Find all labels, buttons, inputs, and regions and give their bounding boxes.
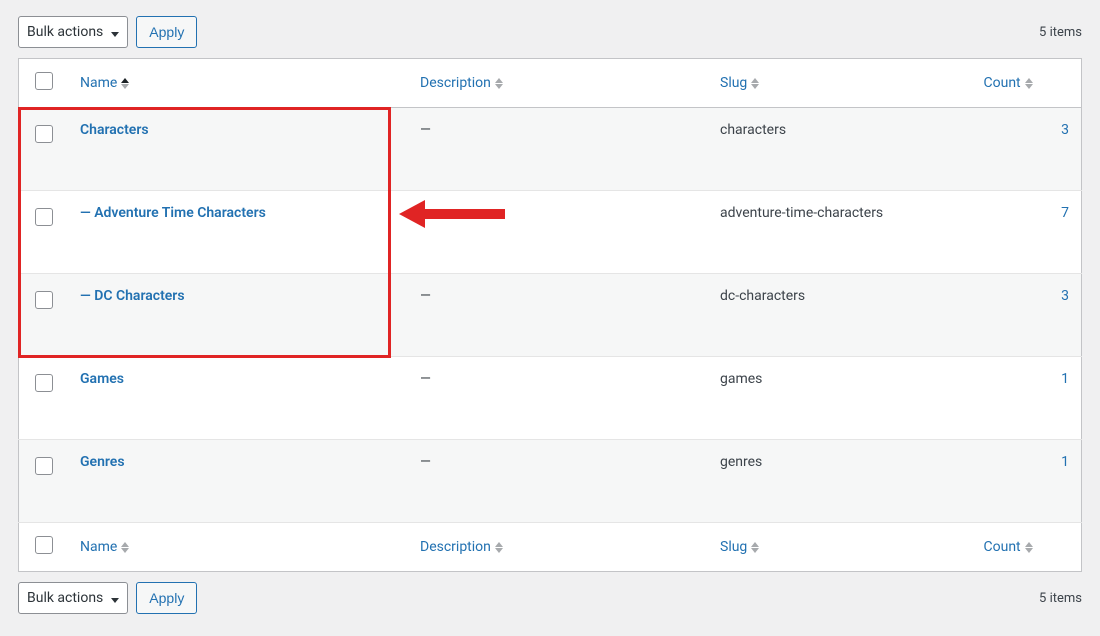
column-slug-header[interactable]: Slug [720, 75, 759, 91]
tablenav-top: Bulk actions Apply 5 items [18, 16, 1082, 48]
column-description-label: Description [420, 75, 491, 91]
tablenav-bottom: Bulk actions Apply 5 items [18, 582, 1082, 614]
row-checkbox[interactable] [35, 291, 53, 309]
table-row: Genres — genres 1 [19, 440, 1082, 523]
column-name-footer[interactable]: Name [80, 539, 129, 555]
bulk-actions-select-bottom[interactable]: Bulk actions [18, 582, 128, 614]
table-row: Games — games 1 [19, 357, 1082, 440]
row-checkbox[interactable] [35, 374, 53, 392]
row-checkbox[interactable] [35, 208, 53, 226]
column-count-header[interactable]: Count [984, 75, 1033, 91]
column-slug-label: Slug [720, 539, 747, 555]
row-description: — [420, 122, 431, 138]
sort-indicator-icon [751, 78, 759, 89]
bulk-actions-select[interactable]: Bulk actions [18, 16, 128, 48]
items-count-top: 5 items [1039, 25, 1082, 40]
bulk-actions-group: Bulk actions Apply [18, 16, 197, 48]
row-slug: genres [708, 440, 972, 523]
row-title-link[interactable]: Characters [80, 122, 149, 138]
column-count-label: Count [984, 75, 1021, 91]
row-slug: games [708, 357, 972, 440]
sort-indicator-icon [495, 78, 503, 89]
column-name-label: Name [80, 539, 117, 555]
column-count-label: Count [984, 539, 1021, 555]
sort-indicator-icon [495, 542, 503, 553]
bulk-actions-label: Bulk actions [27, 590, 103, 606]
row-description: — [420, 288, 431, 304]
column-count-footer[interactable]: Count [984, 539, 1033, 555]
select-all-top[interactable] [35, 72, 53, 90]
select-all-bottom[interactable] [35, 536, 53, 554]
row-slug: dc-characters [708, 274, 972, 357]
column-slug-footer[interactable]: Slug [720, 539, 759, 555]
row-description: — [420, 454, 431, 470]
column-name-label: Name [80, 75, 117, 91]
column-description-header[interactable]: Description [420, 75, 503, 91]
apply-button-bottom[interactable]: Apply [136, 582, 197, 614]
row-checkbox[interactable] [35, 457, 53, 475]
row-title-link[interactable]: — Adventure Time Characters [80, 205, 266, 221]
row-count-link[interactable]: 1 [1061, 454, 1069, 470]
bulk-actions-label: Bulk actions [27, 24, 103, 40]
apply-button[interactable]: Apply [136, 16, 197, 48]
row-description: — [420, 371, 431, 387]
column-description-footer[interactable]: Description [420, 539, 503, 555]
taxonomy-table: Name Description Slug [18, 58, 1082, 572]
row-count-link[interactable]: 3 [1061, 288, 1069, 304]
admin-table-wrap: Bulk actions Apply 5 items Name Descript… [18, 16, 1082, 614]
table-row: — DC Characters — dc-characters 3 [19, 274, 1082, 357]
row-title-link[interactable]: — DC Characters [80, 288, 185, 304]
column-name-header[interactable]: Name [80, 75, 129, 91]
bulk-actions-group-bottom: Bulk actions Apply [18, 582, 197, 614]
row-title-link[interactable]: Genres [80, 454, 125, 470]
chevron-down-icon [109, 24, 119, 40]
row-count-link[interactable]: 1 [1061, 371, 1069, 387]
row-count-link[interactable]: 3 [1061, 122, 1069, 138]
row-title-link[interactable]: Games [80, 371, 124, 387]
table-row: — Adventure Time Characters adventure-tim… [19, 191, 1082, 274]
row-checkbox[interactable] [35, 125, 53, 143]
row-count-link[interactable]: 7 [1061, 205, 1069, 221]
chevron-down-icon [109, 590, 119, 606]
row-slug: adventure-time-characters [708, 191, 972, 274]
sort-indicator-icon [121, 78, 129, 89]
sort-indicator-icon [121, 542, 129, 553]
column-slug-label: Slug [720, 75, 747, 91]
sort-indicator-icon [1025, 542, 1033, 553]
row-slug: characters [708, 108, 972, 191]
table-row: Characters — characters 3 [19, 108, 1082, 191]
column-description-label: Description [420, 539, 491, 555]
sort-indicator-icon [751, 542, 759, 553]
items-count-bottom: 5 items [1039, 591, 1082, 606]
sort-indicator-icon [1025, 78, 1033, 89]
